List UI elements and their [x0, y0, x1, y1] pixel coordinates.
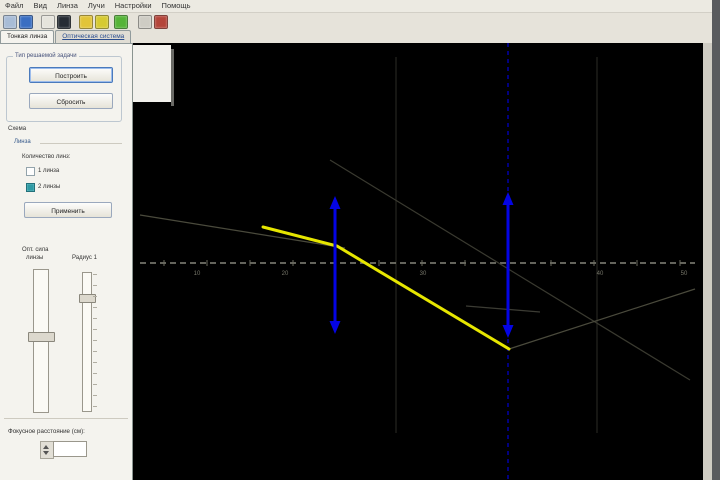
task-type-group-title: Тип решаемой задачи	[13, 53, 79, 59]
lens-count-option-1-label: 1 линза	[38, 168, 60, 174]
lens-count-option-1-checkbox[interactable]	[26, 167, 35, 176]
optical-scene: 10 20 30 40 50	[133, 43, 696, 480]
desktop-edge	[712, 0, 720, 480]
menu-item-4[interactable]: Настройки	[110, 0, 157, 12]
model-label: Схема	[8, 126, 27, 132]
slider2-label: Радиус 1	[72, 255, 97, 261]
toolbar	[0, 13, 712, 30]
menu-item-5[interactable]: Помощь	[157, 0, 196, 12]
spinner-down-icon[interactable]	[43, 451, 49, 455]
slider-tick	[93, 285, 97, 286]
menu-bar: Файл Вид Линза Лучи Настройки Помощь	[0, 0, 712, 13]
slider-tick	[93, 329, 97, 330]
close-icon[interactable]	[154, 14, 168, 29]
control-panel: Тип решаемой задачи Построить Сбросить С…	[0, 43, 133, 480]
axis-tick-label: 40	[597, 271, 604, 277]
slider1-label-line1: Опт. сила	[22, 247, 49, 253]
tab-thin-lens[interactable]: Тонкая линза	[0, 30, 55, 43]
lens-count-option-2-checkbox[interactable]	[26, 183, 35, 192]
tab-page-corner-shadow	[171, 49, 174, 106]
slider-tick	[93, 373, 97, 374]
lens-caption-divider	[40, 143, 122, 144]
menu-item-0[interactable]: Файл	[0, 0, 28, 12]
menu-item-1[interactable]: Вид	[28, 0, 52, 12]
menu-item-2[interactable]: Линза	[52, 0, 83, 12]
open-project-icon[interactable]	[19, 14, 33, 29]
tab-strip: Тонкая линза Оптическая система	[0, 30, 300, 43]
slider-tick	[93, 318, 97, 319]
app-window: 10 20 30 40 50 Файл Вид Линза Лучи Настройки Помо…	[0, 0, 720, 480]
focal-spinner[interactable]	[40, 441, 54, 459]
task-type-group: Тип решаемой задачи Построить Сбросить	[6, 53, 122, 122]
slider-tick	[93, 395, 97, 396]
ruler-icon[interactable]	[114, 14, 128, 29]
slider-tick	[93, 296, 97, 297]
auxiliary-ray	[329, 159, 691, 381]
axis-tick-label: 20	[282, 271, 289, 277]
focal-length-label: Фокусное расстояние (см):	[8, 428, 85, 435]
slider-tick	[93, 340, 97, 341]
spinner-up-icon[interactable]	[43, 445, 49, 449]
tab-page-corner	[133, 45, 171, 102]
auxiliary-ray	[508, 288, 696, 350]
principal-ray	[261, 225, 511, 351]
axis-tick-label: 10	[194, 271, 201, 277]
slider-tick	[93, 274, 97, 275]
axis-tick-label: 30	[420, 271, 427, 277]
radius-slider-track[interactable]	[82, 272, 92, 412]
lens-count-label: Количество линз:	[22, 154, 71, 160]
bottom-divider	[4, 418, 128, 419]
slider1-label-line2: линзы	[26, 255, 44, 261]
reset-button[interactable]: Сбросить	[29, 93, 113, 109]
apply-button[interactable]: Применить	[24, 202, 112, 218]
new-document-icon[interactable]	[3, 14, 17, 29]
tab-optical-system[interactable]: Оптическая система	[55, 30, 132, 43]
slider-tick	[93, 307, 97, 308]
display-icon[interactable]	[57, 14, 71, 29]
build-button[interactable]: Построить	[29, 67, 113, 83]
menu-item-3[interactable]: Лучи	[83, 0, 110, 12]
settings-icon[interactable]	[138, 14, 152, 29]
pencil-icon[interactable]	[79, 14, 93, 29]
auxiliary-ray	[465, 305, 541, 313]
optical-bench-canvas: 10 20 30 40 50	[133, 43, 703, 480]
slider-tick	[93, 384, 97, 385]
top-chrome: Файл Вид Линза Лучи Настройки Помощь Тонкая л…	[0, 0, 712, 43]
focal-length-input[interactable]	[53, 441, 87, 457]
scale-slider-thumb[interactable]	[28, 332, 55, 342]
window-right-border	[703, 43, 712, 480]
lens-arrow-1[interactable]	[329, 196, 341, 334]
copy-icon[interactable]	[41, 14, 55, 29]
slider-tick	[93, 362, 97, 363]
axis-tick-label: 50	[681, 271, 688, 277]
highlighter-icon[interactable]	[95, 14, 109, 29]
auxiliary-ray	[139, 214, 346, 249]
slider-tick	[93, 406, 97, 407]
lens-count-option-2-label: 2 линзы	[38, 184, 61, 190]
lens-caption: Линза	[14, 139, 31, 145]
lens-arrow-2[interactable]	[502, 192, 514, 338]
slider-tick	[93, 351, 97, 352]
